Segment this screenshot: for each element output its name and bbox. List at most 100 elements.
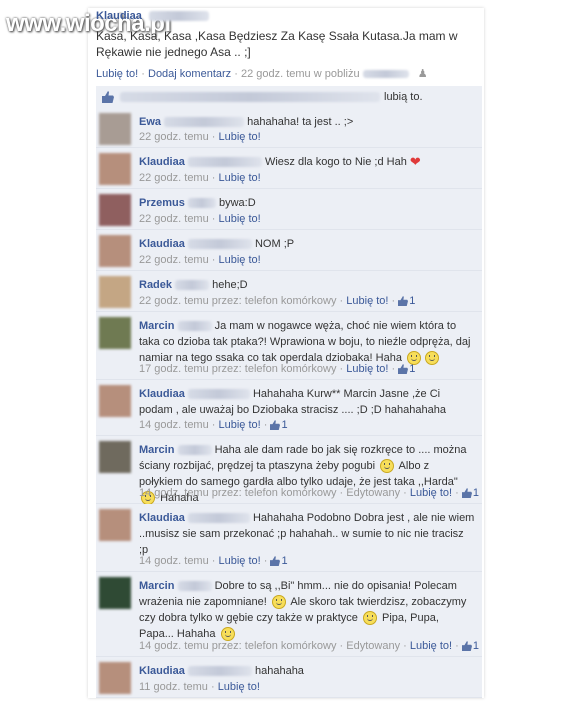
comment-like-count[interactable]: 1 — [461, 487, 479, 499]
comment: Klaudiaa Hahahaha Podobno Dobra jest , a… — [96, 504, 482, 572]
blurred-name — [177, 581, 212, 592]
like-count-number: 1 — [409, 363, 416, 375]
comment-like-link[interactable]: Lubię to! — [218, 681, 260, 693]
blurred-name — [187, 157, 262, 168]
comment-like-link[interactable]: Lubię to! — [219, 213, 261, 225]
comment-time: 17 godz. temu przez: telefon komórkowy — [139, 363, 337, 375]
comment-like-link[interactable]: Lubię to! — [219, 555, 261, 567]
comment-like-link[interactable]: Lubię to! — [346, 295, 388, 307]
comment-time: 11 godz. temu — [139, 681, 208, 693]
comment-like-link[interactable]: Lubię to! — [219, 419, 261, 431]
avatar[interactable] — [99, 153, 131, 185]
blurred-likers[interactable] — [120, 92, 380, 102]
blurred-name — [187, 513, 250, 524]
comment-text: hehe;D — [212, 279, 248, 291]
comment-like-count[interactable]: 1 — [398, 363, 415, 375]
comment-time: 14 godz. temu — [139, 419, 209, 431]
comment-meta: 14 godz. temu · Lubię to! · 1 — [139, 555, 288, 567]
comment-author[interactable]: Marcin — [139, 580, 174, 592]
blurred-name — [164, 117, 245, 128]
comment: Radek hehe;D 22 godz. temu przez: telefo… — [96, 271, 482, 312]
comment-like-link[interactable]: Lubię to! — [410, 487, 452, 499]
comment-meta: 14 godz. temu przez: telefon komórkowy ·… — [139, 487, 479, 499]
post-author[interactable]: Klaudiaa — [96, 10, 142, 22]
thumbs-up-icon — [461, 641, 472, 652]
comment-author[interactable]: Klaudiaa — [139, 512, 185, 524]
comment-author[interactable]: Klaudiaa — [139, 156, 185, 168]
thumbs-up-icon — [398, 364, 409, 375]
comment-time: 14 godz. temu przez: telefon komórkowy — [139, 487, 337, 499]
comment-author[interactable]: Radek — [139, 279, 172, 291]
like-count-number: 1 — [472, 487, 479, 499]
comment-author[interactable]: Klaudiaa — [139, 665, 185, 677]
comment-time: 22 godz. temu — [139, 172, 209, 184]
avatar[interactable] — [99, 113, 131, 145]
avatar[interactable] — [99, 276, 131, 308]
comment-text: bywa:D — [218, 197, 256, 209]
comment-meta: 22 godz. temu · Lubię to! — [139, 172, 261, 184]
thumbs-up-icon — [102, 91, 114, 103]
comment-author[interactable]: Ewa — [139, 116, 161, 128]
thumbs-up-icon — [270, 556, 281, 567]
avatar[interactable] — [99, 662, 131, 694]
blurred-location — [362, 70, 409, 79]
avatar[interactable] — [99, 509, 131, 541]
smiley-icon — [362, 611, 377, 626]
comment: Marcin Dobre to są ,,Bi" hmm... nie do o… — [96, 572, 482, 657]
comment-meta: 22 godz. temu · Lubię to! — [139, 131, 261, 143]
comment-time: 14 godz. temu — [139, 555, 209, 567]
comment: Klaudiaa NOM ;P 22 godz. temu · Lubię to… — [96, 230, 482, 271]
edited-label: Edytowany — [346, 487, 401, 499]
blurred-name — [177, 321, 212, 332]
comment: Przemus bywa:D 22 godz. temu · Lubię to! — [96, 189, 482, 230]
comment-time: 22 godz. temu — [139, 213, 209, 225]
avatar[interactable] — [99, 385, 131, 417]
comment-text: hahahaha — [254, 665, 304, 677]
add-comment-link[interactable]: Dodaj komentarz — [148, 68, 231, 80]
like-count-number: 1 — [472, 640, 479, 652]
comment-author[interactable]: Przemus — [139, 197, 185, 209]
comment-text: Wiesz dla kogo to Nie ;d Hah — [264, 156, 407, 168]
comment-like-count[interactable]: 1 — [270, 419, 288, 431]
blurred-name — [175, 280, 210, 291]
thumbs-up-icon — [270, 420, 281, 431]
blurred-name — [148, 11, 209, 22]
blurred-name — [177, 445, 212, 456]
avatar[interactable] — [99, 317, 131, 349]
comment-author[interactable]: Klaudiaa — [139, 238, 185, 250]
comment-text: Hahahaha Kurw** Marcin Jasne ,że Ci poda… — [139, 388, 446, 416]
post-time: 22 godz. temu w pobliżu — [240, 68, 360, 80]
comment: Marcin Ja mam w nogawce węża, choć nie w… — [96, 312, 482, 380]
smiley-icon — [220, 627, 235, 642]
comment-like-link[interactable]: Lubię to! — [410, 640, 452, 652]
comments-list: Ewa hahahaha! ta jest .. ;> 22 godz. tem… — [96, 108, 482, 698]
edited-label: Edytowany — [346, 640, 401, 652]
comment-like-count[interactable]: 1 — [270, 555, 288, 567]
avatar[interactable] — [99, 235, 131, 267]
comment: Klaudiaa Hahahaha Kurw** Marcin Jasne ,ż… — [96, 380, 482, 436]
comment-like-count[interactable]: 1 — [461, 640, 479, 652]
comment-text: NOM ;P — [254, 238, 295, 250]
thumbs-up-icon — [398, 296, 409, 307]
comment-author[interactable]: Marcin — [139, 444, 174, 456]
comment-like-count[interactable]: 1 — [398, 295, 415, 307]
comment-like-link[interactable]: Lubię to! — [219, 254, 261, 266]
avatar[interactable] — [99, 577, 131, 609]
post-like-link[interactable]: Lubię to! — [96, 68, 138, 80]
comment-author[interactable]: Marcin — [139, 320, 174, 332]
avatar[interactable] — [99, 194, 131, 226]
smiley-icon — [271, 595, 286, 610]
like-count-number: 1 — [409, 295, 416, 307]
likes-text: lubią to. — [384, 91, 423, 103]
avatar[interactable] — [99, 441, 131, 473]
comment-meta: 11 godz. temu · Lubię to! — [139, 681, 260, 693]
comment-meta: 14 godz. temu · Lubię to! · 1 — [139, 419, 288, 431]
like-count-number: 1 — [281, 419, 288, 431]
comment-like-link[interactable]: Lubię to! — [219, 172, 261, 184]
people-icon: ♟ — [417, 68, 428, 80]
smiley-icon — [425, 351, 440, 366]
comment-author[interactable]: Klaudiaa — [139, 388, 185, 400]
comment-like-link[interactable]: Lubię to! — [219, 131, 261, 143]
comment-like-link[interactable]: Lubię to! — [346, 363, 388, 375]
comment-time: 22 godz. temu przez: telefon komórkowy — [139, 295, 337, 307]
